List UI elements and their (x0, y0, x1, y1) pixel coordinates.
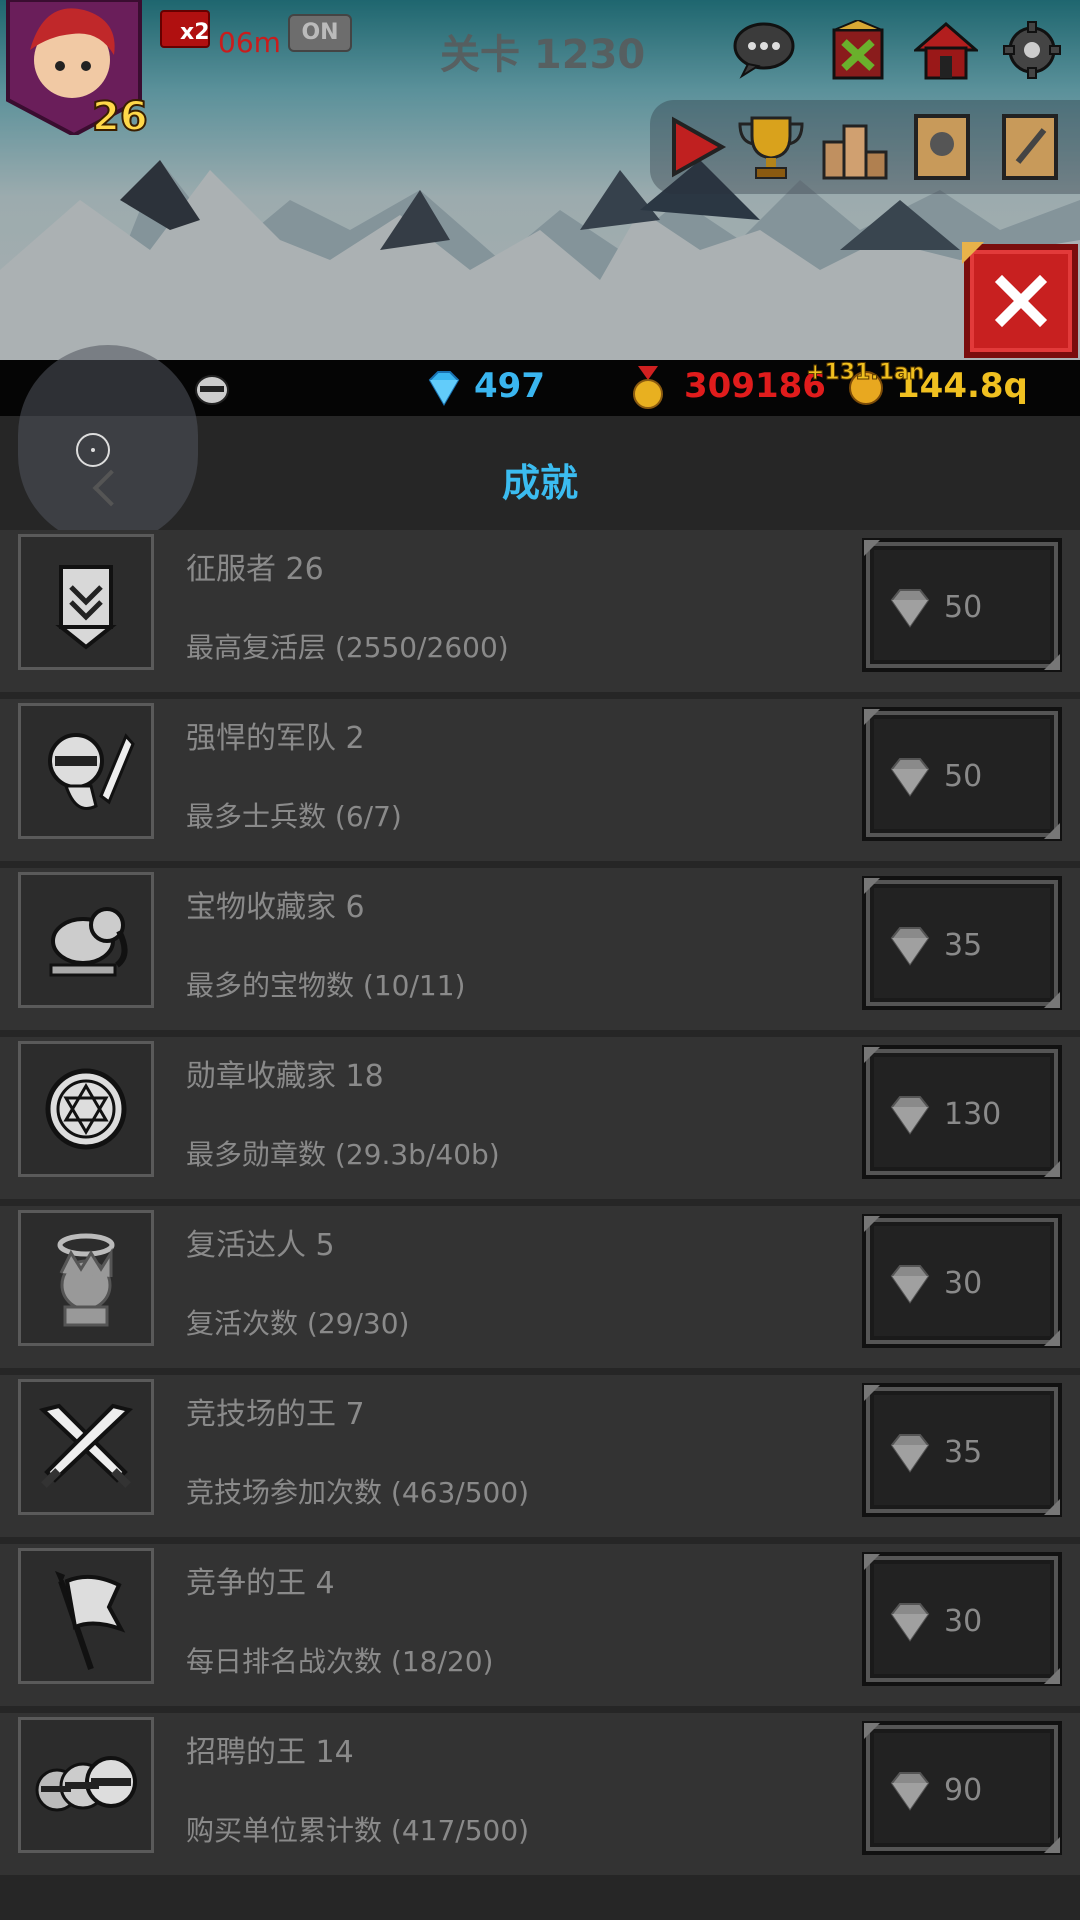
settings-icon[interactable] (1000, 20, 1064, 80)
claim-reward-button[interactable]: 50 (862, 538, 1062, 672)
reward-amount: 90 (944, 1773, 983, 1808)
elephant-icon (18, 872, 154, 1008)
hero-level: 26 (91, 93, 149, 141)
reward-amount: 30 (944, 1266, 983, 1301)
boost-timer: 06m (218, 26, 281, 59)
achievement-row: 强悍的军队 2 最多士兵数 (6/7) 50 (0, 699, 1080, 861)
claim-reward-button[interactable]: 35 (862, 876, 1062, 1010)
diamond-icon (428, 371, 460, 406)
medal-count: 309186 (684, 366, 826, 406)
achievement-name: 竞技场的王 7 (186, 1397, 365, 1432)
claim-reward-button[interactable]: 130 (862, 1045, 1062, 1179)
guild-icon[interactable] (826, 20, 890, 80)
scroll-icon[interactable] (998, 112, 1064, 182)
speed-boost-icon[interactable]: x2 (160, 10, 210, 48)
diamond-icon (890, 758, 930, 797)
achievement-progress: 最多勋章数 (29.3b/40b) (186, 1138, 500, 1171)
achievement-name: 勋章收藏家 18 (186, 1059, 384, 1094)
achievement-row: 竞技场的王 7 竞技场参加次数 (463/500) 35 (0, 1375, 1080, 1537)
pet-icon[interactable] (192, 368, 232, 408)
trophy-icon[interactable] (738, 112, 804, 182)
achievement-progress: 每日排名战次数 (18/20) (186, 1645, 494, 1678)
game-scene: 26 x2 06m ON 关卡 1230 (0, 0, 1080, 360)
soldiers-icon (18, 1717, 154, 1853)
diamond-icon (890, 927, 930, 966)
reward-amount: 35 (944, 928, 983, 963)
home-icon[interactable] (914, 20, 978, 80)
play-icon[interactable] (664, 112, 730, 182)
banner-icon (18, 534, 154, 670)
angel-icon (18, 1210, 154, 1346)
page-title: 成就 (501, 461, 578, 505)
achievement-name: 招聘的王 14 (186, 1735, 354, 1770)
auto-toggle[interactable]: ON (288, 14, 352, 52)
achievement-row: 征服者 26 最高复活层 (2550/2600) 50 (0, 530, 1080, 692)
claim-reward-button[interactable]: 90 (862, 1721, 1062, 1855)
achievement-name: 复活达人 5 (186, 1228, 335, 1263)
close-icon (994, 274, 1048, 328)
achievement-row: 招聘的王 14 购买单位累计数 (417/500) 90 (0, 1713, 1080, 1875)
achievement-name: 宝物收藏家 6 (186, 890, 365, 925)
gold-gain-floating-text: +131.1an (806, 360, 926, 386)
medal-icon (633, 366, 663, 409)
stage-label: 关卡 1230 (440, 32, 646, 78)
reward-amount: 50 (944, 759, 983, 794)
achievement-progress: 最多的宝物数 (10/11) (186, 969, 466, 1002)
diamond-icon (890, 1772, 930, 1811)
diamond-icon (890, 1434, 930, 1473)
achievement-progress: 最多士兵数 (6/7) (186, 800, 402, 833)
achievement-name: 征服者 26 (186, 552, 324, 587)
diamond-icon (890, 589, 930, 628)
claim-reward-button[interactable]: 30 (862, 1214, 1062, 1348)
diamond-icon (890, 1096, 930, 1135)
chat-icon[interactable] (732, 20, 796, 80)
reward-amount: 30 (944, 1604, 983, 1639)
achievement-row: 勋章收藏家 18 最多勋章数 (29.3b/40b) 130 (0, 1037, 1080, 1199)
achievement-progress: 最高复活层 (2550/2600) (186, 631, 509, 664)
book-icon[interactable] (910, 112, 976, 182)
achievement-row: 宝物收藏家 6 最多的宝物数 (10/11) 35 (0, 868, 1080, 1030)
reward-amount: 130 (944, 1097, 1002, 1132)
close-button[interactable] (964, 244, 1078, 358)
achievement-name: 强悍的军队 2 (186, 721, 365, 756)
ranking-icon[interactable] (822, 112, 888, 182)
reward-amount: 35 (944, 1435, 983, 1470)
claim-reward-button[interactable]: 30 (862, 1552, 1062, 1686)
diamond-count: 497 (474, 366, 545, 406)
achievement-name: 竞争的王 4 (186, 1566, 335, 1601)
achievement-progress: 竞技场参加次数 (463/500) (186, 1476, 530, 1509)
claim-reward-button[interactable]: 50 (862, 707, 1062, 841)
knight-icon (18, 703, 154, 839)
reward-amount: 50 (944, 590, 983, 625)
flag-icon (18, 1548, 154, 1684)
achievement-progress: 购买单位累计数 (417/500) (186, 1814, 530, 1847)
achievement-row: 竞争的王 4 每日排名战次数 (18/20) 30 (0, 1544, 1080, 1706)
crossed-swords-icon (18, 1379, 154, 1515)
diamond-icon (890, 1603, 930, 1642)
claim-reward-button[interactable]: 35 (862, 1383, 1062, 1517)
achievement-progress: 复活次数 (29/30) (186, 1307, 410, 1340)
floating-back-button[interactable] (18, 345, 198, 545)
medal-icon (18, 1041, 154, 1177)
achievement-row: 复活达人 5 复活次数 (29/30) 30 (0, 1206, 1080, 1368)
diamond-icon (890, 1265, 930, 1304)
